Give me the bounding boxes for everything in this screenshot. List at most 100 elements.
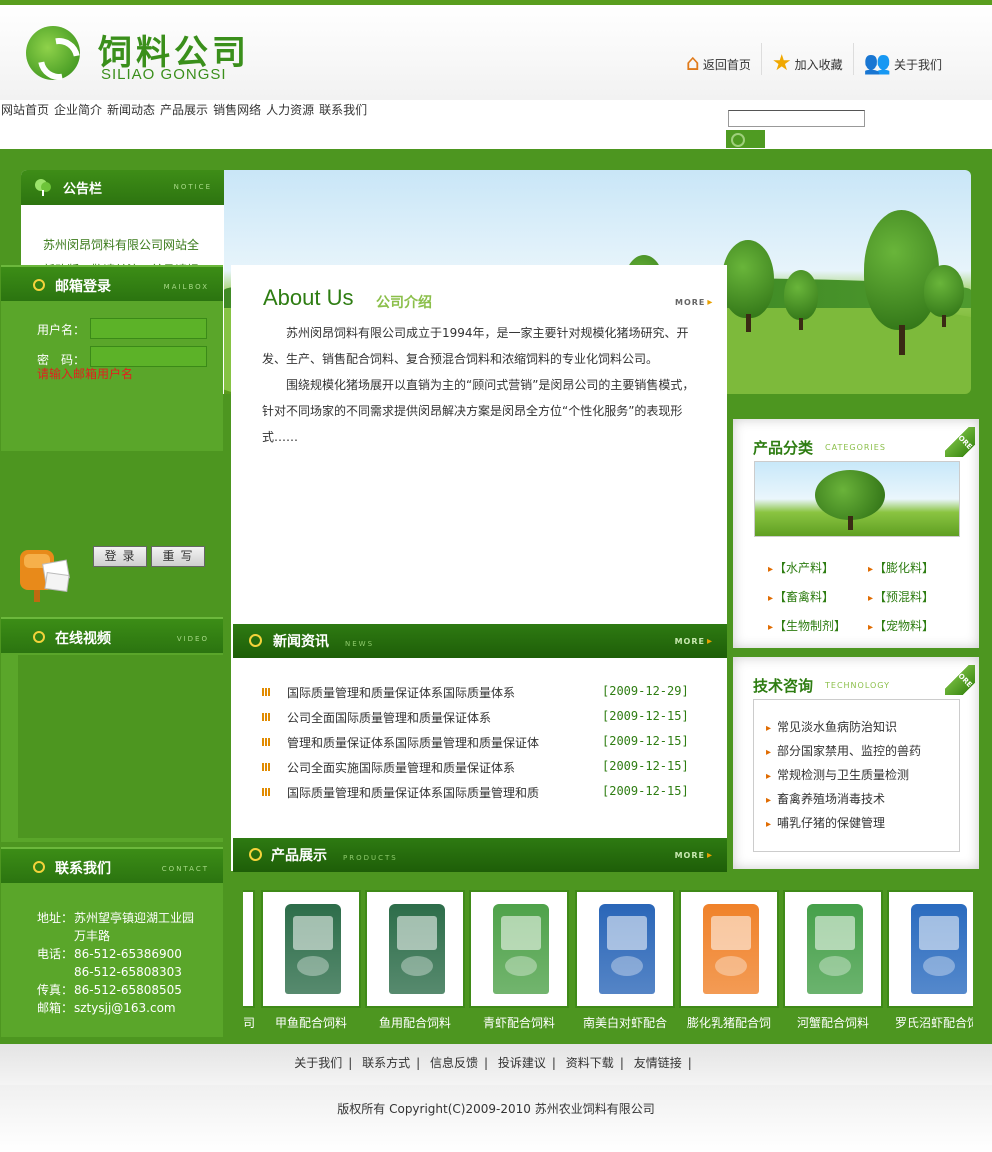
product-name[interactable]: 甲鱼配合饲料 bbox=[261, 1014, 361, 1031]
news-item-date: [2009-12-15] bbox=[602, 784, 689, 798]
username-input[interactable] bbox=[90, 318, 207, 339]
product-showcase: 司 甲鱼配合饲料 鱼用配合饲料 青虾配合饲料 南美白对虾配合 膨化乳猪配合饲 河… bbox=[231, 874, 986, 1039]
product-name[interactable]: 青虾配合饲料 bbox=[469, 1014, 569, 1031]
tech-item[interactable]: 哺乳仔猪的保健管理 bbox=[766, 812, 959, 836]
product-image bbox=[575, 890, 675, 1008]
feed-bag-image bbox=[703, 904, 759, 994]
address-line-1: 苏州望亭镇迎湖工业园 bbox=[74, 911, 195, 925]
product-name[interactable]: 罗氏沼虾配合饲 bbox=[887, 1014, 973, 1031]
news-more-link[interactable]: MORE bbox=[675, 636, 713, 647]
category-more-ribbon[interactable]: MORE bbox=[945, 427, 975, 457]
product-card[interactable]: 罗氏沼虾配合饲 bbox=[887, 890, 973, 1031]
nav-item-sales[interactable]: 销售网络 bbox=[213, 101, 261, 118]
news-title: 新闻资讯 bbox=[273, 634, 329, 650]
address-line-2: 万丰路 bbox=[74, 929, 111, 943]
nav-item-news[interactable]: 新闻动态 bbox=[107, 101, 155, 118]
news-item-title[interactable]: 管理和质量保证体系国际质量管理和质量保证体 bbox=[287, 734, 539, 751]
news-item[interactable]: 公司全面国际质量管理和质量保证体系 [2009-12-15] bbox=[262, 709, 722, 734]
products-more-link[interactable]: MORE bbox=[675, 850, 713, 861]
email-address[interactable]: sztysjj@163.com bbox=[74, 999, 176, 1017]
news-item[interactable]: 国际质量管理和质量保证体系国际质量体系 [2009-12-29] bbox=[262, 684, 722, 709]
reset-button[interactable]: 重写 bbox=[151, 546, 205, 567]
products-title-en: PRODUCTS bbox=[343, 854, 398, 862]
product-name[interactable]: 膨化乳猪配合饲 bbox=[679, 1014, 779, 1031]
mail-login-body: 用户名： 密 码： 请输入邮箱用户名 bbox=[1, 301, 223, 451]
news-item[interactable]: 公司全面实施国际质量管理和质量保证体系 [2009-12-15] bbox=[262, 759, 722, 784]
category-item[interactable]: 【膨化料】 bbox=[868, 559, 968, 576]
nav-item-home[interactable]: 网站首页 bbox=[1, 101, 49, 118]
product-card[interactable]: 鱼用配合饲料 bbox=[365, 890, 465, 1031]
tech-item[interactable]: 部分国家禁用、监控的兽药 bbox=[766, 740, 959, 764]
products-title: 产品展示 bbox=[271, 848, 327, 864]
tech-item[interactable]: 常规检测与卫生质量检测 bbox=[766, 764, 959, 788]
video-area[interactable] bbox=[18, 655, 223, 838]
about-paragraph-2: 围绕规模化猪场展开以直销为主的“顾问式营销”是闵昂公司的主要销售模式，针对不同场… bbox=[262, 378, 695, 444]
bullet-circle-icon bbox=[33, 279, 45, 291]
favorite-link[interactable]: ★ 加入收藏 bbox=[760, 43, 853, 75]
category-item[interactable]: 【预混料】 bbox=[868, 588, 968, 605]
about-title: About Us bbox=[263, 285, 354, 310]
nav-item-products[interactable]: 产品展示 bbox=[160, 101, 208, 118]
phone-2: 86-512-65808303 bbox=[74, 965, 182, 979]
product-name[interactable]: 司 bbox=[243, 1014, 255, 1031]
products-header: 产品展示 PRODUCTS MORE bbox=[233, 838, 727, 872]
home-link[interactable]: ⌂ 返回首页 bbox=[676, 43, 761, 75]
top-links: ⌂ 返回首页 ★ 加入收藏 👥 关于我们 bbox=[676, 43, 952, 75]
product-card[interactable]: 青虾配合饲料 bbox=[469, 890, 569, 1031]
tech-more-label[interactable]: MORE bbox=[952, 667, 974, 689]
tech-more-ribbon[interactable]: MORE bbox=[945, 665, 975, 695]
tech-title: 技术咨询 bbox=[753, 677, 814, 695]
category-item[interactable]: 【水产料】 bbox=[768, 559, 868, 576]
nav-item-hr[interactable]: 人力资源 bbox=[266, 101, 314, 118]
footer-copyright: 版权所有 Copyright(C)2009-2010 苏州农业饲料有限公司 bbox=[0, 1085, 992, 1152]
product-card[interactable]: 河蟹配合饲料 bbox=[783, 890, 883, 1031]
product-name[interactable]: 河蟹配合饲料 bbox=[783, 1014, 883, 1031]
product-card[interactable]: 膨化乳猪配合饲 bbox=[679, 890, 779, 1031]
product-card[interactable]: 甲鱼配合饲料 bbox=[261, 890, 361, 1031]
news-item-title[interactable]: 公司全面国际质量管理和质量保证体系 bbox=[287, 709, 491, 726]
footer-link-about[interactable]: 关于我们 bbox=[294, 1056, 342, 1070]
news-item[interactable]: 国际质量管理和质量保证体系国际质量管理和质 [2009-12-15] bbox=[262, 784, 722, 809]
product-card[interactable]: 司 bbox=[243, 890, 255, 1031]
product-name[interactable]: 鱼用配合饲料 bbox=[365, 1014, 465, 1031]
product-card[interactable]: 南美白对虾配合 bbox=[575, 890, 675, 1031]
search-input[interactable] bbox=[728, 110, 865, 127]
product-image bbox=[365, 890, 465, 1008]
bullet-icon bbox=[262, 713, 270, 721]
news-header: 新闻资讯 NEWS MORE bbox=[233, 624, 727, 658]
news-item[interactable]: 管理和质量保证体系国际质量管理和质量保证体 [2009-12-15] bbox=[262, 734, 722, 759]
category-more-label[interactable]: MORE bbox=[952, 429, 974, 451]
tech-item[interactable]: 常见淡水鱼病防治知识 bbox=[766, 716, 959, 740]
product-name[interactable]: 南美白对虾配合 bbox=[575, 1014, 675, 1031]
main-nav: 网站首页 企业简介 新闻动态 产品展示 销售网络 人力资源 联系我们 bbox=[1, 101, 367, 118]
tech-list-box: 常见淡水鱼病防治知识 部分国家禁用、监控的兽药 常规检测与卫生质量检测 畜禽养殖… bbox=[753, 699, 960, 852]
nav-item-intro[interactable]: 企业简介 bbox=[54, 101, 102, 118]
phone-1: 86-512-65386900 bbox=[74, 947, 182, 961]
footer-link-contact[interactable]: 联系方式 bbox=[362, 1056, 410, 1070]
footer-link-friends[interactable]: 友情链接 bbox=[634, 1056, 682, 1070]
category-item[interactable]: 【宠物料】 bbox=[868, 617, 968, 634]
news-item-date: [2009-12-15] bbox=[602, 759, 689, 773]
footer-link-feedback[interactable]: 信息反馈 bbox=[430, 1056, 478, 1070]
fax-number: 86-512-65808505 bbox=[74, 983, 182, 997]
footer-link-complaint[interactable]: 投诉建议 bbox=[498, 1056, 546, 1070]
footer-link-download[interactable]: 资料下载 bbox=[566, 1056, 614, 1070]
about-link[interactable]: 👥 关于我们 bbox=[852, 43, 952, 75]
feed-bag-image bbox=[389, 904, 445, 994]
news-item-title[interactable]: 国际质量管理和质量保证体系国际质量体系 bbox=[287, 684, 515, 701]
news-item-title[interactable]: 公司全面实施国际质量管理和质量保证体系 bbox=[287, 759, 515, 776]
nav-item-contact[interactable]: 联系我们 bbox=[319, 101, 367, 118]
footer-separator: | bbox=[619, 1056, 624, 1070]
tech-title-en: TECHNOLOGY bbox=[825, 681, 890, 690]
tech-item[interactable]: 畜禽养殖场消毒技术 bbox=[766, 788, 959, 812]
search-button[interactable] bbox=[726, 130, 765, 148]
category-item[interactable]: 【畜禽料】 bbox=[768, 588, 868, 605]
password-input[interactable] bbox=[90, 346, 207, 367]
category-item[interactable]: 【生物制剂】 bbox=[768, 617, 868, 634]
about-more-link[interactable]: MORE bbox=[675, 297, 713, 308]
news-item-title[interactable]: 国际质量管理和质量保证体系国际质量管理和质 bbox=[287, 784, 539, 801]
video-header: 在线视频 VIDEO bbox=[1, 617, 223, 653]
contact-header: 联系我们 CONTACT bbox=[1, 847, 223, 883]
product-image bbox=[261, 890, 361, 1008]
login-button[interactable]: 登录 bbox=[93, 546, 147, 567]
